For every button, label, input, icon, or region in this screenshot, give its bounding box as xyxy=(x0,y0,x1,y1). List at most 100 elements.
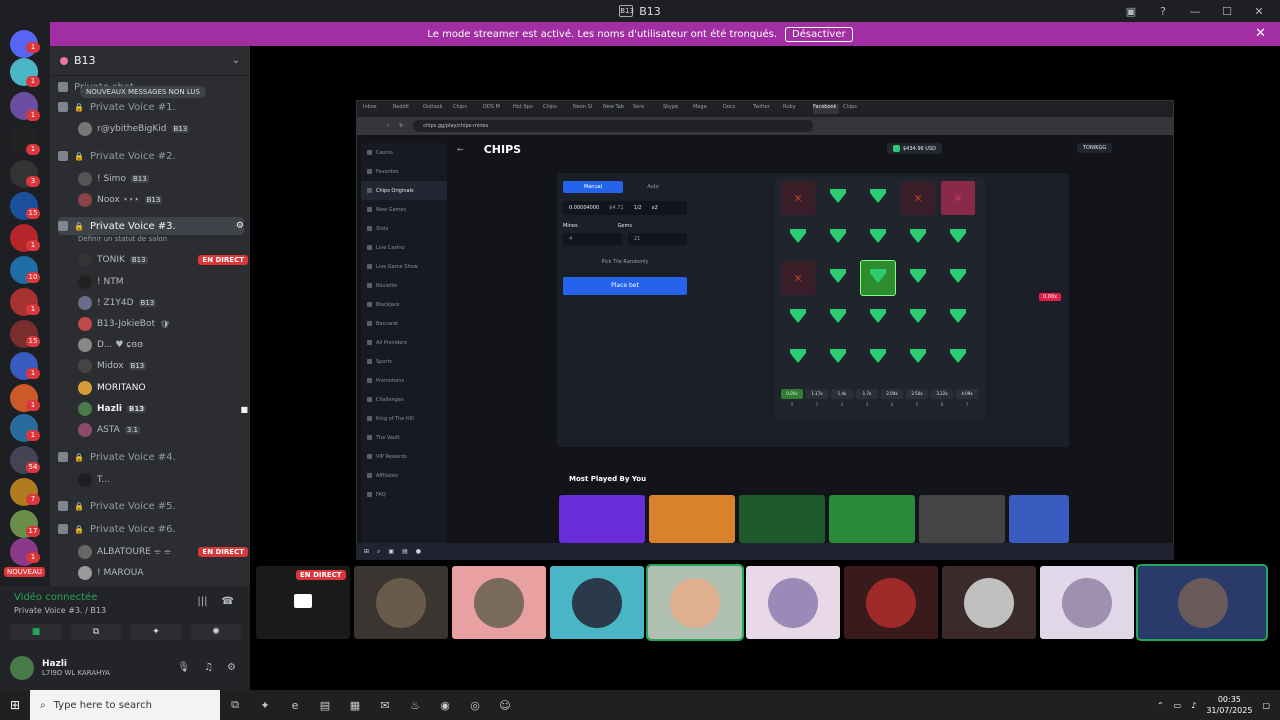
voice-channel-6[interactable]: 🔒 Private Voice #6. xyxy=(58,520,244,538)
voice-user[interactable]: B13-JokieBot 🛡 xyxy=(78,315,248,333)
double-button[interactable]: x2 xyxy=(652,201,658,215)
chips-logo[interactable]: CHIPS xyxy=(484,143,521,156)
gem-tile[interactable] xyxy=(861,221,895,255)
disconnect-icon[interactable]: ☎ xyxy=(222,596,234,607)
gem-tile[interactable] xyxy=(821,301,855,335)
mine-tile[interactable]: ✕ xyxy=(941,181,975,215)
sidebar-item[interactable]: Challenges xyxy=(361,390,447,409)
video-tile[interactable] xyxy=(844,566,938,639)
gem-tile[interactable] xyxy=(860,260,896,296)
settings-gear-icon[interactable]: ⚙ xyxy=(227,662,236,673)
voice-user[interactable]: MORITANO xyxy=(78,379,248,397)
activity-button[interactable]: ✦ xyxy=(130,624,182,640)
video-tile[interactable] xyxy=(1040,566,1134,639)
gem-tile[interactable] xyxy=(941,221,975,255)
video-tile[interactable] xyxy=(646,564,744,641)
server-header[interactable]: B13 ⌄ xyxy=(50,46,250,76)
video-tile[interactable] xyxy=(942,566,1036,639)
browser-tab[interactable]: Facebook xyxy=(813,104,839,114)
maximize-icon[interactable]: ☐ xyxy=(1220,5,1234,18)
browser-tab[interactable]: Hot Spo xyxy=(513,104,539,114)
pick-random-button[interactable]: Pick Tile Randomly xyxy=(563,259,687,265)
sidebar-item[interactable]: All Providers xyxy=(361,333,447,352)
gem-tile[interactable] xyxy=(941,341,975,375)
voice-channel-5[interactable]: 🔒 Private Voice #5. xyxy=(58,497,244,515)
game-thumbnail[interactable] xyxy=(829,495,915,543)
voice-user[interactable]: ALBATOURE ⌯ ⌯ EN DIRECT xyxy=(78,543,248,561)
voice-user[interactable]: Hazli B13 ■ xyxy=(78,400,248,418)
sidebar-item[interactable]: Favorites xyxy=(361,162,447,181)
gem-tile[interactable] xyxy=(901,221,935,255)
sidebar-item[interactable]: FAQ xyxy=(361,485,447,504)
voice-user[interactable]: D... ♥ ɕɞɞ xyxy=(78,336,248,354)
video-tile[interactable]: EN DIRECT xyxy=(256,566,350,639)
game-thumbnail[interactable] xyxy=(649,495,735,543)
sidebar-item[interactable]: New Games xyxy=(361,200,447,219)
camera-button[interactable]: ■ xyxy=(10,624,62,640)
sidebar-item[interactable]: Baccarat xyxy=(361,314,447,333)
voice-channel-2[interactable]: 🔒 Private Voice #2. xyxy=(58,147,244,165)
half-button[interactable]: 1/2 xyxy=(634,201,642,215)
microphone-icon[interactable]: 🎙 xyxy=(177,662,190,673)
edge-icon[interactable]: e xyxy=(280,690,310,720)
balance-display[interactable]: $434.96 USD xyxy=(887,143,942,154)
explorer-icon[interactable]: ▤ xyxy=(310,690,340,720)
inbox-icon[interactable]: ▣ xyxy=(1124,5,1138,18)
taskbar-search[interactable]: ⌕ Type here to search xyxy=(30,690,220,720)
gem-tile[interactable] xyxy=(781,341,815,375)
browser-tab[interactable]: Docs xyxy=(723,104,749,114)
browser-tab[interactable]: Inbox xyxy=(363,104,389,114)
sidebar-item[interactable]: Roulette xyxy=(361,276,447,295)
video-tile[interactable] xyxy=(354,566,448,639)
start-icon[interactable]: ⊞ xyxy=(0,698,30,712)
voice-connected-status[interactable]: Vidéo connectée xyxy=(14,592,97,603)
bet-amount-input[interactable]: 0.00004000 $4.71 1/2 x2 xyxy=(563,201,687,215)
voice-user[interactable]: Noox ⋆⋆⋆ B13 xyxy=(78,191,248,209)
place-bet-button[interactable]: Place bet xyxy=(563,277,687,295)
voice-user[interactable]: TONIK B13 EN DIRECT xyxy=(78,251,248,269)
browser-tab[interactable]: Twitter xyxy=(753,104,779,114)
gem-tile[interactable] xyxy=(781,221,815,255)
task-view-icon[interactable]: ⧉ xyxy=(220,690,250,720)
volume-icon[interactable]: ♪ xyxy=(1191,701,1196,710)
gem-tile[interactable] xyxy=(901,341,935,375)
back-icon[interactable]: ‹ xyxy=(387,123,389,129)
address-bar[interactable]: chips.gg/play/chips-mines xyxy=(413,120,814,132)
chevron-up-icon[interactable]: ⌃ xyxy=(1157,701,1164,710)
outlook-icon[interactable]: ✉ xyxy=(370,690,400,720)
browser-tab[interactable]: Mega xyxy=(693,104,719,114)
close-window-icon[interactable]: ✕ xyxy=(1252,5,1266,18)
sidebar-item[interactable]: Live Game Show xyxy=(361,257,447,276)
gem-tile[interactable] xyxy=(821,221,855,255)
browser-tab[interactable]: Sero xyxy=(633,104,659,114)
sidebar-item[interactable]: Blackjack xyxy=(361,295,447,314)
voice-user[interactable]: r@ybitheBigKid B13 xyxy=(78,120,248,138)
notification-icon[interactable]: ▢ xyxy=(1262,701,1270,710)
gem-tile[interactable] xyxy=(861,181,895,215)
channel-actions-icon[interactable]: ⚙ xyxy=(236,221,244,231)
gem-tile[interactable] xyxy=(901,261,935,295)
mine-tile[interactable]: ✕ xyxy=(781,261,815,295)
sidebar-item[interactable]: Slots xyxy=(361,219,447,238)
sidebar-item[interactable]: Casino xyxy=(361,143,447,162)
voice-user[interactable]: ! Simo B13 xyxy=(78,170,248,188)
video-tile[interactable] xyxy=(550,566,644,639)
gem-tile[interactable] xyxy=(861,341,895,375)
browser-tab[interactable]: Ruby xyxy=(783,104,809,114)
mines-select[interactable]: 4 xyxy=(563,233,622,245)
browser-tab[interactable]: Neon Sl xyxy=(573,104,599,114)
soundboard-button[interactable]: ✺ xyxy=(190,624,242,640)
obs-icon[interactable]: ◎ xyxy=(460,690,490,720)
browser-tab[interactable]: Outlook xyxy=(423,104,449,114)
sidebar-item[interactable]: Affiliates xyxy=(361,466,447,485)
user-menu[interactable]: TONIKGG xyxy=(1077,143,1113,153)
video-tile[interactable] xyxy=(1136,564,1268,641)
game-thumbnail[interactable] xyxy=(919,495,1005,543)
network-icon[interactable]: ▭ xyxy=(1174,701,1182,710)
gem-tile[interactable] xyxy=(941,261,975,295)
disable-streamer-button[interactable]: Désactiver xyxy=(785,26,853,42)
voice-user[interactable]: Midox B13 xyxy=(78,357,248,375)
chrome-icon[interactable]: ◉ xyxy=(430,690,460,720)
mine-tile[interactable]: ✕ xyxy=(781,181,815,215)
store-icon[interactable]: ▦ xyxy=(340,690,370,720)
